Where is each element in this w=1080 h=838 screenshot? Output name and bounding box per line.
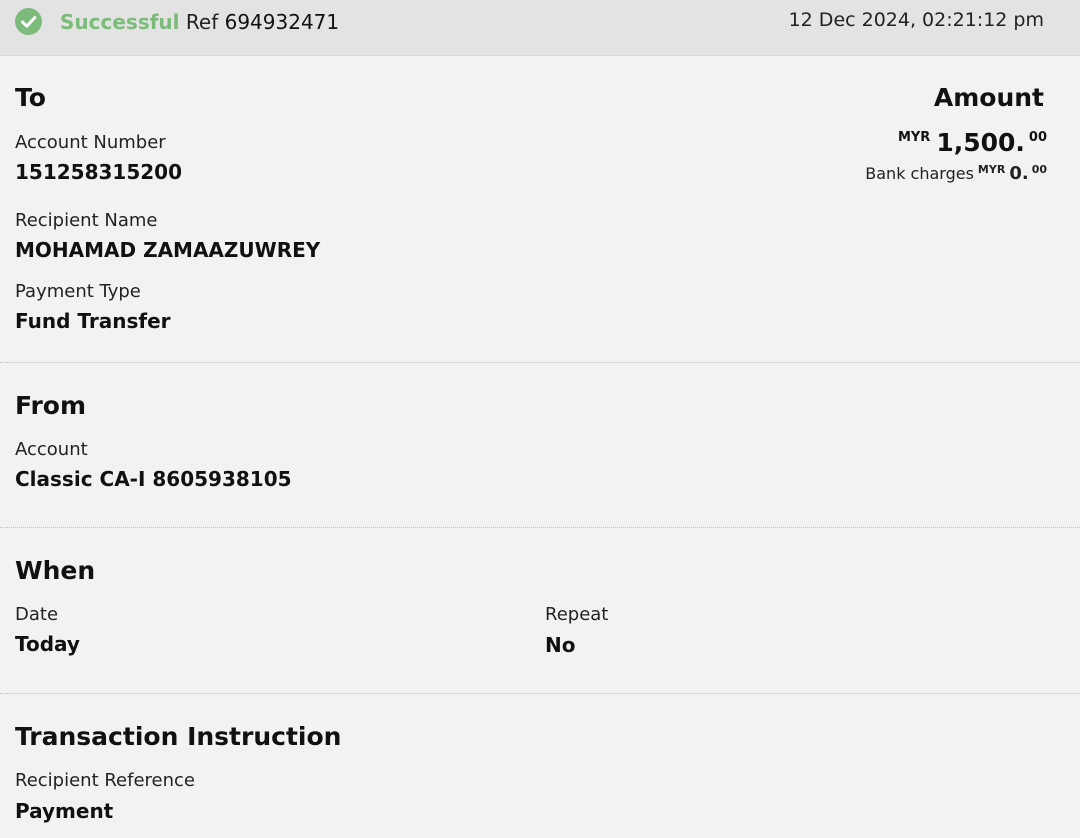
check-circle-icon [15,8,42,35]
amount-heading: Amount [933,83,1044,112]
amount-value: MYR 1,500. 00 [865,128,1047,157]
date-label: Date [15,604,59,625]
amount-cents: 00 [1028,130,1047,145]
amount-block: MYR 1,500. 00 Bank charges MYR 0. 00 [865,128,1047,184]
recipient-name-label: Recipient Name [15,210,158,231]
when-heading: When [15,556,96,585]
status-label: Successful [60,10,180,34]
from-account-label: Account [15,439,88,460]
status-text: Successful Ref 694932471 [60,9,339,35]
bank-charges-cents: 00 [1031,163,1047,176]
ref-number: 694932471 [224,10,340,34]
instruction-heading: Transaction Instruction [15,722,342,751]
recipient-reference-value: Payment [15,799,114,823]
payment-type-label: Payment Type [15,281,141,302]
bank-charges-label: Bank charges [865,164,974,183]
repeat-label: Repeat [545,604,609,625]
when-section: When Date Today Repeat No [0,527,1080,693]
bank-charges-number: 0. [1009,163,1029,184]
repeat-value: No [545,633,576,657]
date-value: Today [15,632,80,656]
from-section: From Account Classic CA-I 8605938105 [0,362,1080,527]
transaction-datetime: 12 Dec 2024, 02:21:12 pm [788,9,1044,31]
recipient-reference-label: Recipient Reference [15,770,195,791]
to-section: To Account Number 151258315200 Recipient… [0,56,1080,362]
payment-type-value: Fund Transfer [15,309,171,333]
amount-currency: MYR [897,130,931,145]
from-heading: From [15,391,87,420]
recipient-name-value: MOHAMAD ZAMAAZUWREY [15,238,321,262]
bank-charges: Bank charges MYR 0. 00 [865,163,1047,184]
status-bar: Successful Ref 694932471 12 Dec 2024, 02… [0,0,1080,56]
account-number-value: 151258315200 [15,160,182,184]
account-number-label: Account Number [15,132,166,153]
amount-number: 1,500. [936,128,1025,157]
to-heading: To [15,83,46,112]
ref-label: Ref [185,10,219,34]
instruction-section: Transaction Instruction Recipient Refere… [0,693,1080,838]
bank-charges-currency: MYR [977,163,1006,176]
from-account-value: Classic CA-I 8605938105 [15,467,292,491]
